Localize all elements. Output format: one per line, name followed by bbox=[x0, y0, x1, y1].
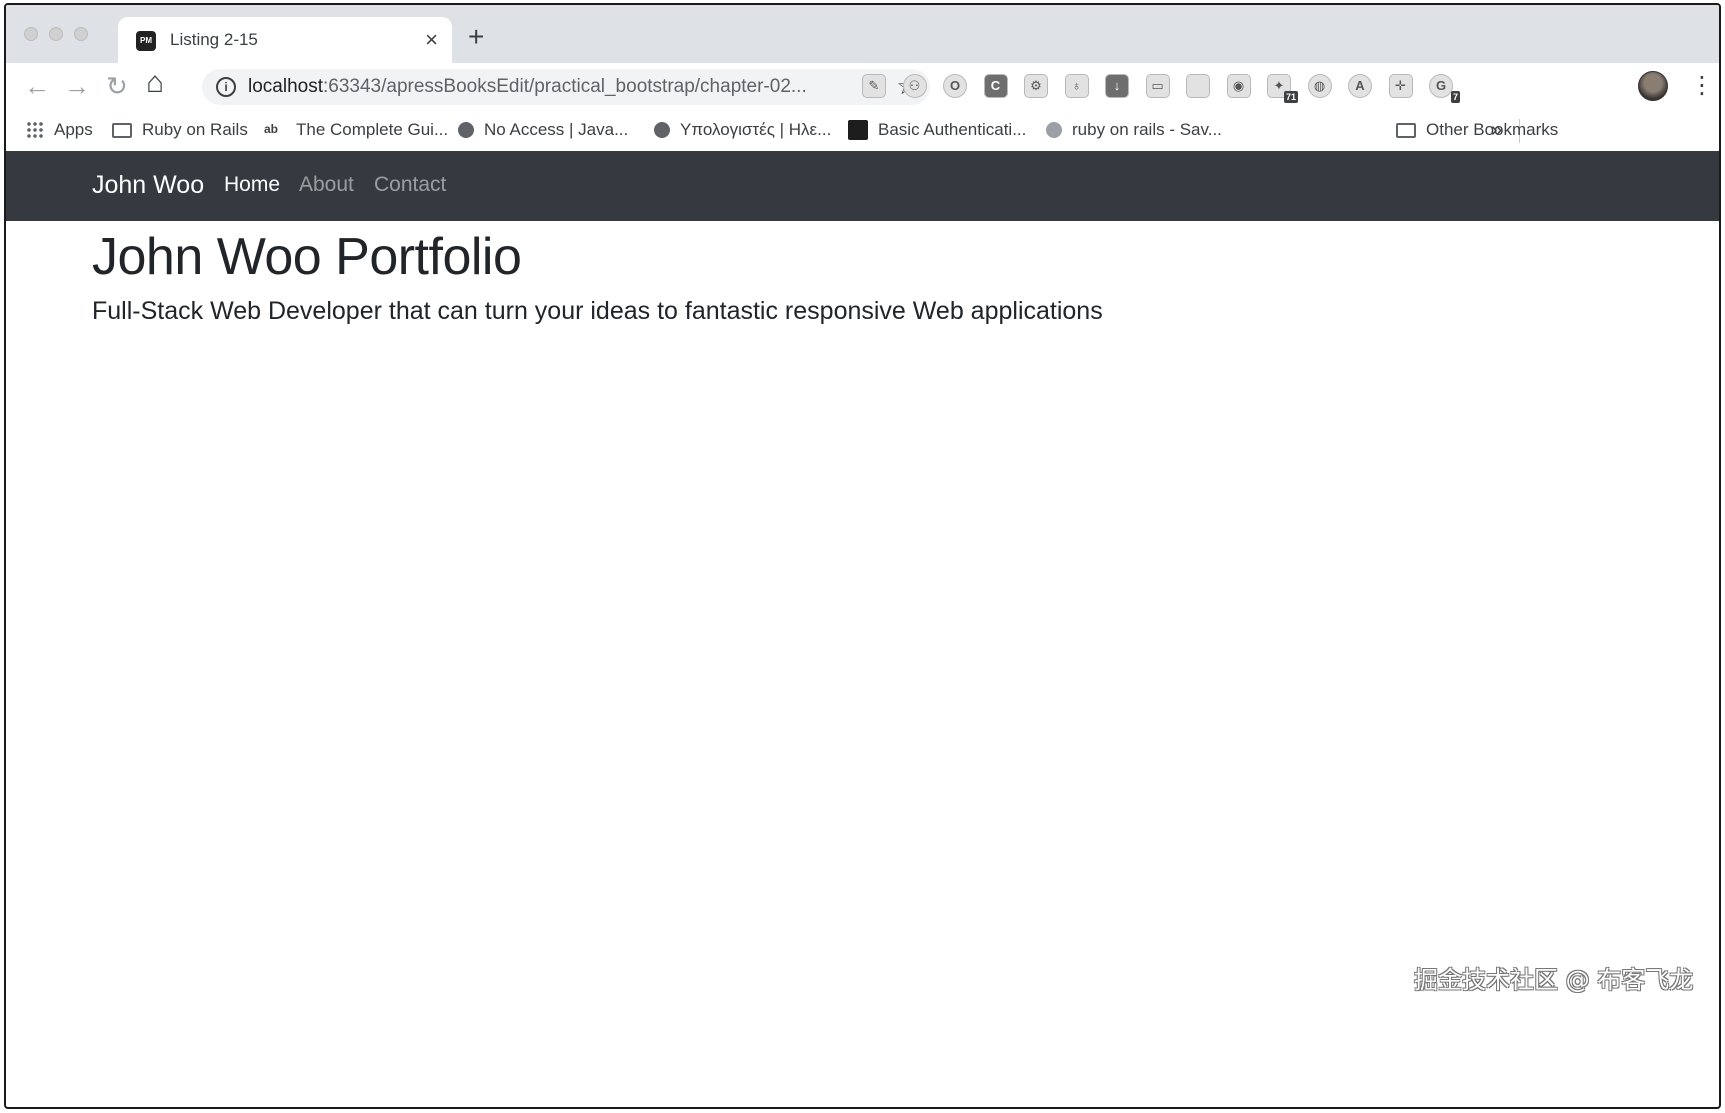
site-navbar: John Woo Home About Contact bbox=[6, 151, 1719, 221]
lightbulb-ext-icon[interactable]: ♁ bbox=[1064, 74, 1089, 98]
url-host: localhost bbox=[248, 76, 323, 97]
bookmark-other-bookmarks[interactable]: Other Bookmarks bbox=[1396, 120, 1558, 140]
bookmark-complete-guide[interactable]: ab The Complete Gui... bbox=[264, 120, 448, 140]
reload-button[interactable]: ↻ bbox=[106, 71, 128, 101]
extension-badge: 7 bbox=[1450, 91, 1460, 103]
lead-paragraph: Full-Stack Web Developer that can turn y… bbox=[92, 297, 1103, 325]
folder-icon bbox=[1396, 122, 1416, 138]
navbar-brand[interactable]: John Woo bbox=[92, 171, 204, 200]
bookmark-label: Υπολογιστές | Ηλε... bbox=[680, 120, 832, 139]
eyedropper-ext-icon[interactable]: ✎ bbox=[862, 74, 886, 98]
apps-grid-icon bbox=[26, 121, 44, 139]
nav-link-about[interactable]: About bbox=[299, 173, 354, 197]
page-title: John Woo Portfolio bbox=[92, 228, 522, 286]
home-button[interactable]: ⌂ bbox=[146, 68, 164, 98]
blank-ext-icon[interactable] bbox=[1186, 74, 1210, 98]
browser-window: PM Listing 2-15 × + ← → ↻ ⌂ i localhost:… bbox=[4, 3, 1721, 1109]
bookmark-ypologistes[interactable]: Υπολογιστές | Ηλε... bbox=[654, 120, 831, 140]
maximize-window-button[interactable] bbox=[74, 27, 88, 41]
opera-ext-icon[interactable]: O bbox=[943, 74, 967, 98]
folder-icon bbox=[112, 122, 132, 138]
profile-avatar[interactable] bbox=[1638, 71, 1668, 101]
bookmark-label: Apps bbox=[54, 120, 93, 139]
minimize-window-button[interactable] bbox=[49, 27, 63, 41]
tab-title: Listing 2-15 bbox=[170, 30, 258, 49]
url-text[interactable]: localhost:63343/apressBooksEdit/practica… bbox=[248, 76, 807, 98]
image-ext-icon[interactable]: ▭ bbox=[1145, 74, 1170, 98]
bookmark-no-access-java[interactable]: No Access | Java... bbox=[458, 120, 628, 140]
bookmark-label: ruby on rails - Sav... bbox=[1072, 120, 1222, 139]
site-info-icon[interactable]: i bbox=[216, 77, 236, 97]
g-ext-icon[interactable]: G7 bbox=[1429, 74, 1460, 103]
browser-tab[interactable]: PM Listing 2-15 × bbox=[118, 17, 452, 63]
bookmark-apps[interactable]: Apps bbox=[26, 120, 93, 140]
bookmark-basic-authentication[interactable]: Basic Authenticati... bbox=[848, 120, 1026, 140]
dark-site-icon bbox=[848, 120, 868, 140]
address-bar[interactable]: i localhost:63343/apressBooksEdit/practi… bbox=[202, 69, 930, 105]
tag-ext-icon[interactable]: ✦ 71 bbox=[1267, 74, 1298, 103]
nav-link-home[interactable]: Home bbox=[224, 173, 280, 197]
browser-toolbar: ← → ↻ ⌂ i localhost:63343/apressBooksEdi… bbox=[6, 63, 1719, 111]
forward-button[interactable]: → bbox=[64, 71, 90, 101]
browser-menu-icon[interactable]: ⋮ bbox=[1690, 71, 1714, 100]
nav-link-contact[interactable]: Contact bbox=[374, 173, 446, 197]
ab-site-icon: ab bbox=[264, 122, 279, 136]
translate-ext-icon[interactable]: ◍ bbox=[1307, 74, 1332, 98]
bookmark-ruby-on-rails-save[interactable]: ruby on rails - Sav... bbox=[1046, 120, 1222, 140]
stackoverflow-site-icon bbox=[1046, 122, 1062, 138]
balloon-site-icon bbox=[654, 122, 670, 138]
new-tab-button[interactable]: + bbox=[468, 23, 484, 51]
bookmark-label: Other Bookmarks bbox=[1426, 120, 1559, 139]
tab-strip: PM Listing 2-15 × + bbox=[6, 5, 1719, 63]
close-window-button[interactable] bbox=[24, 27, 38, 41]
bookmark-ruby-on-rails[interactable]: Ruby on Rails bbox=[112, 120, 248, 140]
move-ext-icon[interactable]: ✛ bbox=[1388, 74, 1413, 98]
back-button[interactable]: ← bbox=[24, 71, 50, 101]
tab-close-icon[interactable]: × bbox=[425, 27, 438, 53]
network-ext-icon[interactable]: ⚇ bbox=[902, 74, 927, 98]
bookmark-label: Ruby on Rails bbox=[142, 120, 248, 139]
bookmark-label: No Access | Java... bbox=[484, 120, 629, 139]
c-ext-icon[interactable]: C bbox=[983, 74, 1008, 98]
watermark: 掘金技术社区 @ 布客飞龙 bbox=[1414, 966, 1694, 994]
extension-badge: 71 bbox=[1283, 91, 1298, 103]
a-ext-icon[interactable]: A bbox=[1348, 74, 1372, 98]
bookmark-label: The Complete Gui... bbox=[296, 120, 449, 139]
spark-site-icon bbox=[458, 122, 474, 138]
bookmarks-bar: Apps Ruby on Rails ab The Complete Gui..… bbox=[6, 111, 1719, 151]
tab-favicon-icon: PM bbox=[136, 31, 156, 51]
gear-ext-icon[interactable]: ⚙ bbox=[1024, 74, 1048, 98]
camera-ext-icon[interactable]: ◉ bbox=[1226, 74, 1251, 98]
download-ext-icon[interactable]: ↓ bbox=[1105, 74, 1129, 98]
bookmark-label: Basic Authenticati... bbox=[878, 120, 1027, 139]
url-path: :63343/apressBooksEdit/practical_bootstr… bbox=[323, 76, 807, 97]
